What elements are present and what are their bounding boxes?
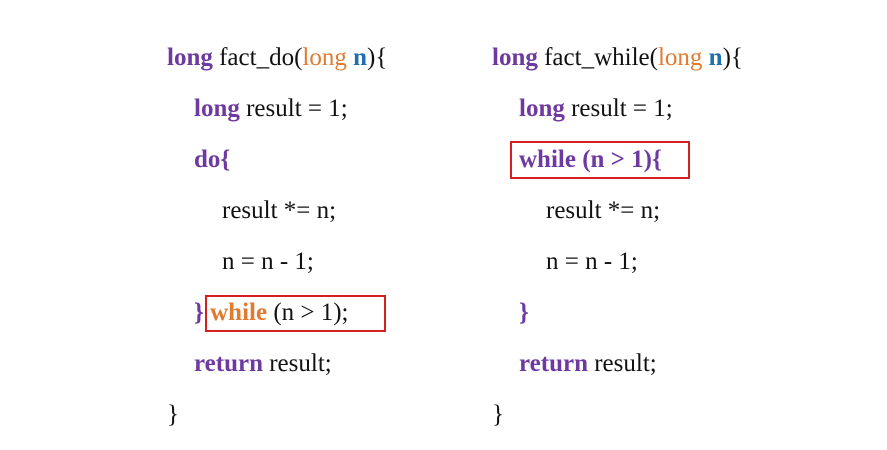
fact-do-closing-brace: } — [167, 400, 179, 430]
keyword-do: do{ — [194, 146, 231, 173]
statement-text: n = n - 1; — [546, 248, 638, 275]
clipped-top-text — [60, 0, 580, 2]
keyword-long: long — [194, 95, 240, 122]
fact-do-line-do: do{ — [194, 145, 230, 175]
signature-end: ){ — [722, 44, 743, 71]
keyword-return: return — [194, 350, 263, 377]
param-name: n — [346, 44, 368, 71]
statement-text: result; — [587, 350, 657, 377]
closing-brace: } — [167, 401, 179, 428]
fact-do-line-decrement: n = n - 1; — [222, 247, 314, 277]
closing-brace: } — [492, 401, 504, 428]
param-type: long — [657, 44, 703, 71]
keyword-return: return — [519, 350, 588, 377]
fact-while-closing-brace: } — [492, 400, 504, 430]
fact-while-line-loop-close: } — [519, 298, 529, 328]
statement-text: n = n - 1; — [222, 248, 314, 275]
statement-text: result *= n; — [222, 197, 337, 224]
param-type: long — [302, 44, 347, 71]
function-name: fact_do( — [212, 44, 303, 71]
fact-while-signature: long fact_while(long n){ — [492, 43, 743, 73]
statement-text: result = 1; — [239, 95, 348, 122]
fact-do-line-result-decl: long result = 1; — [194, 94, 348, 124]
highlight-box-while-condition — [510, 141, 690, 179]
fact-while-line-result-decl: long result = 1; — [519, 94, 673, 124]
statement-text: result; — [262, 350, 332, 377]
closing-brace: } — [194, 299, 204, 326]
keyword-long: long — [519, 95, 565, 122]
keyword-long: long — [167, 44, 213, 71]
param-name: n — [702, 44, 723, 71]
statement-text: result = 1; — [564, 95, 673, 122]
keyword-long: long — [492, 44, 538, 71]
statement-text: result *= n; — [546, 197, 661, 224]
highlight-box-do-while-condition — [205, 295, 386, 332]
fact-do-line-return: return result; — [194, 349, 332, 379]
function-name: fact_while( — [537, 44, 658, 71]
signature-end: ){ — [367, 44, 388, 71]
fact-while-line-return: return result; — [519, 349, 657, 379]
closing-brace: } — [519, 299, 529, 326]
fact-do-line-multiply: result *= n; — [222, 196, 336, 226]
fact-while-line-multiply: result *= n; — [546, 196, 660, 226]
fact-while-line-decrement: n = n - 1; — [546, 247, 638, 277]
fact-do-signature: long fact_do(long n){ — [167, 43, 387, 73]
